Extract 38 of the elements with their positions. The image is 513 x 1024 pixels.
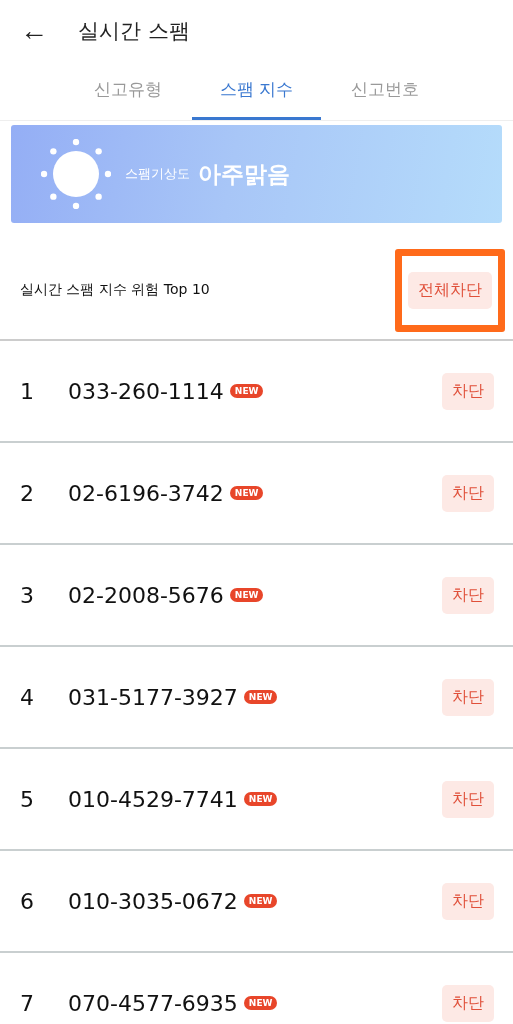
block-button[interactable]: 차단 (442, 984, 494, 1022)
rank-number: 4 (20, 684, 35, 710)
banner-value: 아주맑음 (198, 159, 290, 189)
phone-number: 070-4577-6935 (68, 990, 238, 1016)
tab[interactable]: 스팸 지수 (192, 62, 321, 120)
phone-number: 02-6196-3742 (68, 480, 224, 506)
new-badge: NEW (243, 792, 278, 806)
new-badge: NEW (243, 894, 278, 908)
tab[interactable]: 신고유형 (64, 62, 193, 120)
new-badge: NEW (229, 384, 264, 398)
block-button[interactable]: 차단 (442, 372, 494, 410)
new-badge: NEW (229, 486, 264, 500)
rank-number: 2 (20, 480, 35, 506)
new-badge: NEW (243, 690, 278, 704)
block-all-button[interactable]: 전체차단 (408, 271, 492, 309)
rank-number: 1 (20, 378, 35, 404)
new-badge: NEW (229, 588, 264, 602)
back-button[interactable]: ← (20, 15, 48, 47)
banner-label: 스팸기상도 (125, 165, 190, 183)
rank-number: 6 (20, 888, 35, 914)
phone-number: 031-5177-3927 (68, 684, 238, 710)
rank-number: 7 (20, 990, 35, 1016)
phone-number: 010-3035-0672 (68, 888, 238, 914)
phone-number: 033-260-1114 (68, 378, 224, 404)
block-button[interactable]: 차단 (442, 576, 494, 614)
rank-number: 5 (20, 786, 35, 812)
block-button[interactable]: 차단 (442, 780, 494, 818)
tab[interactable]: 신고번호 (320, 62, 449, 120)
page-title: 실시간 스팸 (78, 18, 190, 45)
phone-number: 02-2008-5676 (68, 582, 224, 608)
block-button[interactable]: 차단 (442, 474, 494, 512)
rank-number: 3 (20, 582, 35, 608)
block-button[interactable]: 차단 (442, 882, 494, 920)
phone-number: 010-4529-7741 (68, 786, 238, 812)
block-button[interactable]: 차단 (442, 678, 494, 716)
section-title: 실시간 스팸 지수 위험 Top 10 (20, 281, 210, 299)
sun-icon (41, 139, 111, 209)
new-badge: NEW (243, 996, 278, 1010)
